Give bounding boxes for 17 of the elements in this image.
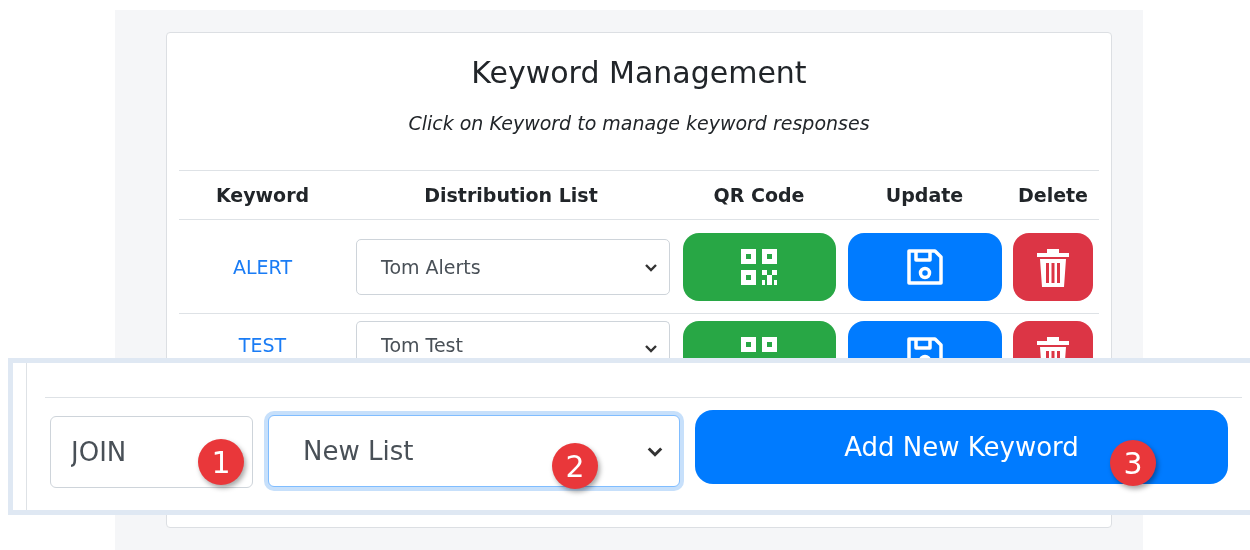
delete-button[interactable] — [1013, 321, 1093, 358]
column-header: Delete — [1018, 184, 1088, 206]
qr-code-button[interactable] — [682, 321, 836, 358]
distribution-list-select[interactable]: Tom Test — [356, 321, 670, 358]
page-title: Keyword Management — [470, 55, 808, 90]
update-button[interactable] — [847, 232, 1002, 301]
page-subtitle: Click on Keyword to manage keyword responses — [407, 112, 871, 134]
qr-code-button[interactable] — [682, 232, 836, 301]
column-header: Distribution List — [424, 184, 598, 206]
delete-button[interactable] — [1013, 232, 1093, 301]
update-button[interactable] — [847, 321, 1002, 358]
keyword-link[interactable]: ALERT — [233, 255, 292, 278]
column-header: QR Code — [713, 184, 805, 206]
column-header: Update — [885, 184, 964, 206]
keyword-link[interactable]: TEST — [238, 335, 287, 356]
distribution-list-select[interactable]: Tom Alerts — [356, 238, 670, 295]
column-header: Keyword — [215, 184, 310, 206]
